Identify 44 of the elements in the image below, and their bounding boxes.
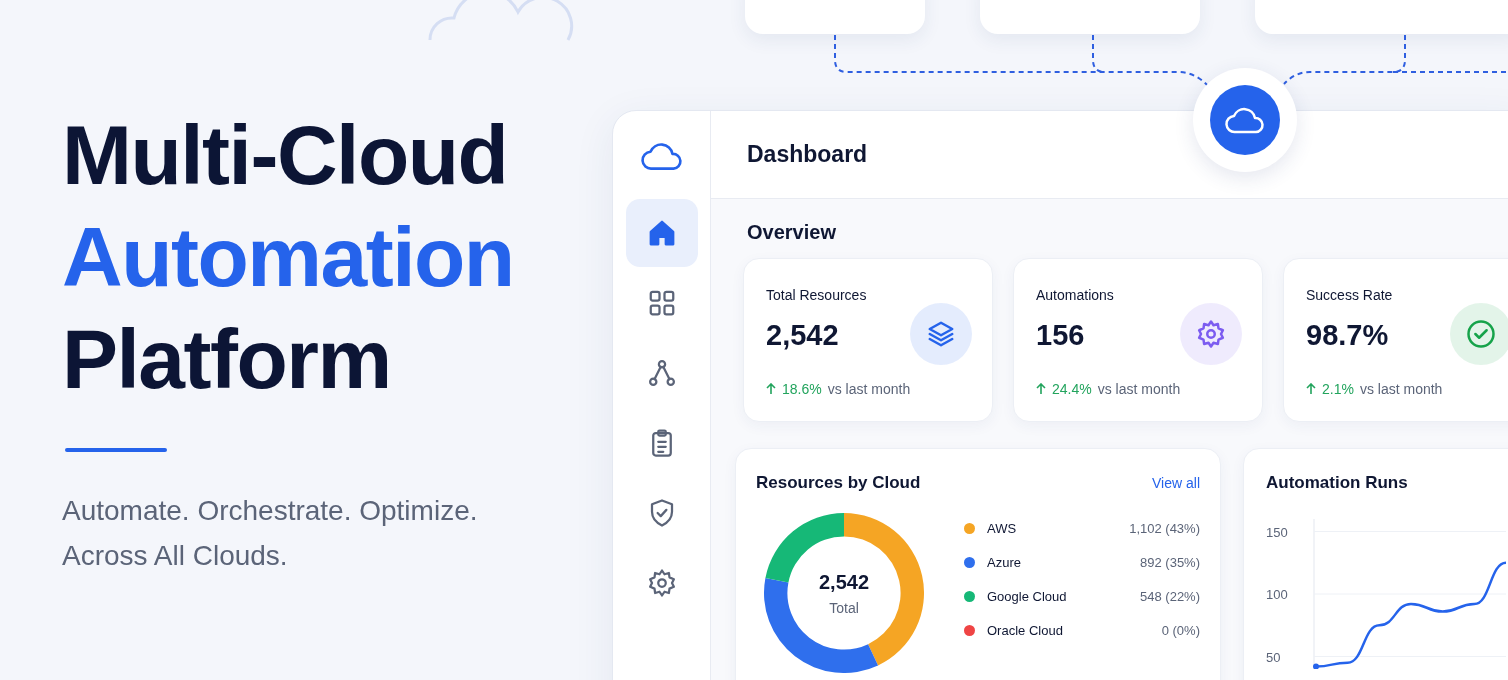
legend-label: Google Cloud xyxy=(987,589,1068,604)
cloud-icon xyxy=(1225,106,1265,134)
axis-tick-label: 150 xyxy=(1266,524,1288,540)
change-caption: vs last month xyxy=(1097,381,1181,397)
legend-value: 548 (22%) xyxy=(1140,589,1200,604)
headline-line: Automation xyxy=(62,209,515,306)
page-title: Dashboard xyxy=(747,141,868,168)
legend-value: 0 (0%) xyxy=(1161,623,1200,638)
stat-value: 156 xyxy=(1036,319,1086,352)
headline-line: Platform xyxy=(62,311,392,408)
up-arrow-icon xyxy=(1036,383,1046,395)
stat-value: 98.7% xyxy=(1306,319,1390,352)
legend-label: Oracle Cloud xyxy=(987,623,1064,638)
legend-label: AWS xyxy=(987,521,1018,536)
up-arrow-icon xyxy=(1306,383,1316,395)
card-title: Resources by Cloud xyxy=(756,473,921,493)
legend-value: 1,102 (43%) xyxy=(1129,521,1200,536)
change-value: 18.6% xyxy=(782,381,822,397)
gear-icon xyxy=(646,568,677,598)
axis-tick-label: 100 xyxy=(1266,587,1288,602)
tagline: Across All Clouds. xyxy=(62,539,289,573)
headline-line: Multi-Cloud xyxy=(62,107,509,204)
stat-label: Success Rate xyxy=(1306,287,1393,303)
change-value: 2.1% xyxy=(1322,381,1354,397)
section-title: Overview xyxy=(747,221,837,244)
line-point xyxy=(1313,663,1319,669)
stat-value: 2,542 xyxy=(766,319,840,352)
view-all-link[interactable]: View all xyxy=(1152,475,1200,491)
change-caption: vs last month xyxy=(1359,381,1443,397)
legend-label: Azure xyxy=(987,555,1022,570)
up-arrow-icon xyxy=(766,383,776,395)
cloud-logo-icon xyxy=(640,141,683,171)
total-label: Total xyxy=(829,599,859,616)
stat-label: Automations xyxy=(1036,287,1114,303)
nodes-icon xyxy=(646,358,677,388)
tagline: Automate. Orchestrate. Optimize. xyxy=(62,494,479,528)
stat-label: Total Resources xyxy=(766,287,867,303)
legend-value: 892 (35%) xyxy=(1140,555,1200,570)
nav-button[interactable] xyxy=(625,199,698,267)
card-title: Automation Runs xyxy=(1266,473,1409,493)
axis-tick-label: 50 xyxy=(1266,649,1281,665)
change-caption: vs last month xyxy=(827,381,911,397)
change-value: 24.4% xyxy=(1052,381,1092,397)
total-value: 2,542 xyxy=(818,570,870,594)
